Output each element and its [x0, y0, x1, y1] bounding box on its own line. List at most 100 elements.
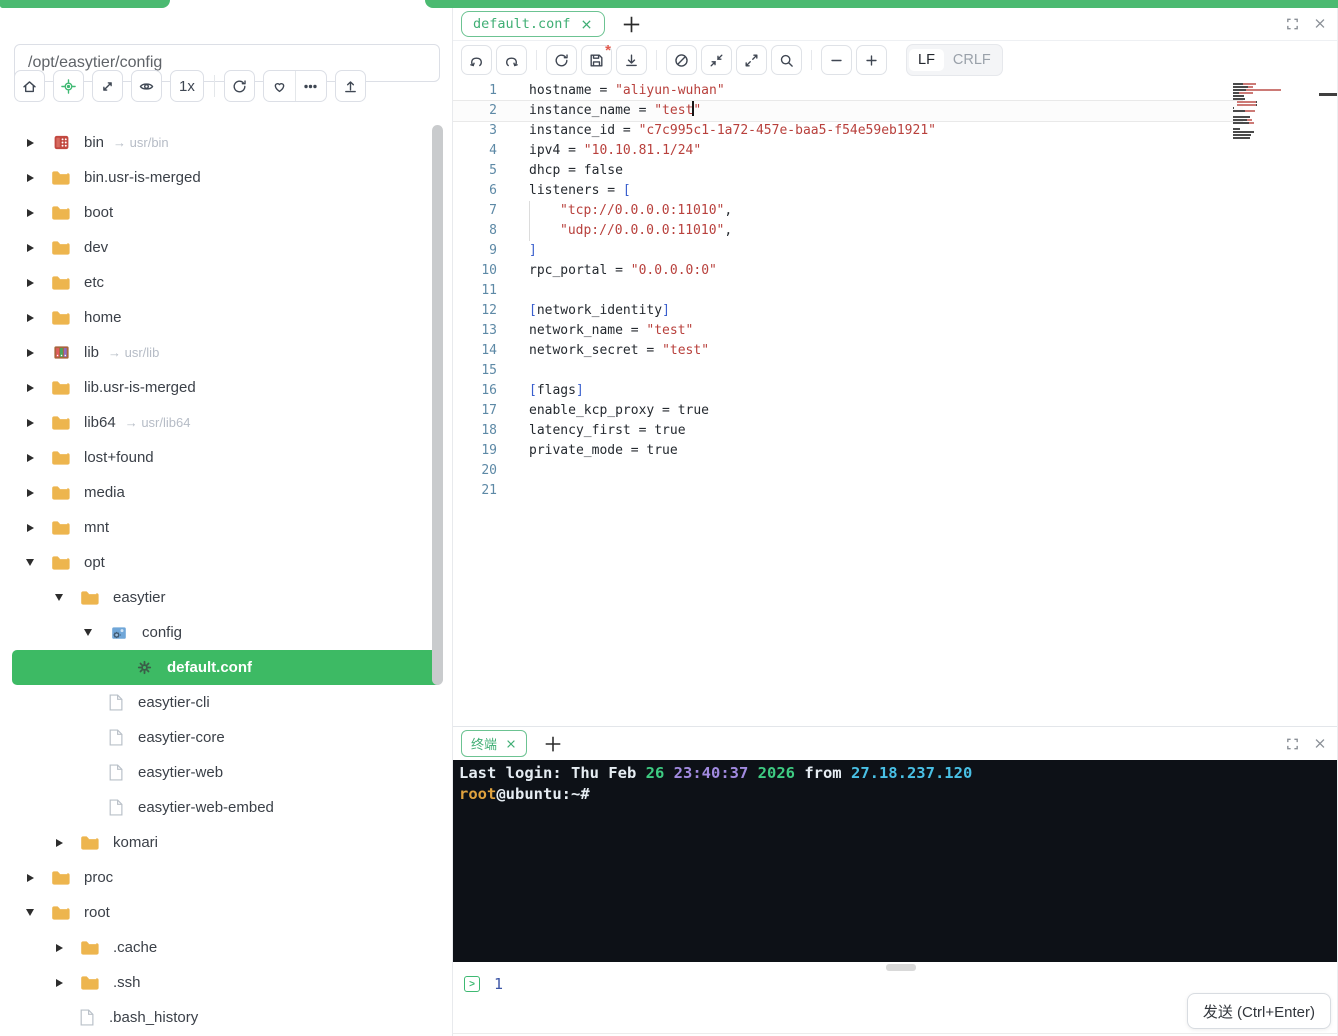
indent-guide	[529, 221, 560, 241]
tree-item-label: lib.usr-is-merged	[84, 379, 196, 396]
terminal-tab-label: 终端	[471, 738, 498, 753]
tree-item-lib[interactable]: lib → usr/lib	[12, 335, 442, 370]
collapse-icon	[708, 52, 725, 69]
redo-button[interactable]	[496, 45, 527, 75]
tree-item-dev[interactable]: dev	[12, 230, 442, 265]
download-button[interactable]	[616, 45, 647, 75]
chevron-right-icon[interactable]	[22, 450, 38, 466]
home-button[interactable]	[14, 70, 45, 102]
editor-fullscreen-icon[interactable]	[1285, 17, 1300, 32]
chevron-right-icon[interactable]	[22, 345, 38, 361]
chevron-down-icon[interactable]	[22, 555, 38, 571]
tree-item-lib64[interactable]: lib64 → usr/lib64	[12, 405, 442, 440]
terminal-fullscreen-icon[interactable]	[1285, 736, 1300, 751]
zoom-in-button[interactable]	[856, 45, 887, 75]
upload-button[interactable]	[334, 70, 366, 102]
tree-item-easytier-cli[interactable]: easytier-cli	[12, 685, 442, 720]
sidebar-scrollbar[interactable]	[432, 125, 443, 685]
more-button[interactable]	[294, 71, 326, 101]
tree-item-bin[interactable]: bin → usr/bin	[12, 125, 442, 160]
terminal-line: root@ubuntu:~#	[459, 785, 590, 803]
new-editor-tab-button[interactable]	[622, 15, 641, 34]
compass-button[interactable]	[666, 45, 697, 75]
refresh-button[interactable]	[223, 70, 255, 102]
panel-resize-handle[interactable]	[886, 964, 917, 971]
tree-item-home[interactable]: home	[12, 300, 442, 335]
search-button[interactable]	[771, 45, 802, 75]
chevron-down-icon[interactable]	[80, 625, 96, 641]
tree-item-root[interactable]: root	[12, 895, 442, 930]
terminal-tab[interactable]: 终端	[461, 730, 528, 757]
tree-item-media[interactable]: media	[12, 475, 442, 510]
tree-item-easytier-web[interactable]: easytier-web	[12, 755, 442, 790]
chevron-right-icon[interactable]	[22, 380, 38, 396]
compass-icon	[673, 52, 690, 69]
locate-button[interactable]	[53, 70, 84, 102]
tree-item-easytier[interactable]: easytier	[12, 580, 442, 615]
eol-option-lf[interactable]: LF	[909, 49, 944, 71]
editor-tab-label: default.conf	[473, 16, 571, 32]
tree-item-easytier-web-embed[interactable]: easytier-web-embed	[12, 790, 442, 825]
send-button[interactable]: 发送 (Ctrl+Enter)	[1186, 993, 1331, 1029]
undo-button[interactable]	[461, 45, 492, 75]
save-button[interactable]: *	[581, 43, 612, 75]
tree-item-komari[interactable]: komari	[12, 825, 442, 860]
tab-close-icon[interactable]	[505, 738, 517, 750]
tree-item-easytier-core[interactable]: easytier-core	[12, 720, 442, 755]
chevron-right-icon[interactable]	[22, 170, 38, 186]
search-icon	[778, 52, 795, 69]
tree-item-proc[interactable]: proc	[12, 860, 442, 895]
chevron-right-icon[interactable]	[22, 275, 38, 291]
folder-icon	[51, 519, 71, 537]
chevron-right-icon[interactable]	[22, 520, 38, 536]
chevron-right-icon[interactable]	[22, 415, 38, 431]
collapse-button[interactable]	[701, 45, 732, 75]
line-number: 17	[481, 403, 497, 418]
tree-item-boot[interactable]: boot	[12, 195, 442, 230]
line-number: 16	[481, 383, 497, 398]
editor-close-icon[interactable]	[1313, 17, 1327, 32]
favorite-button[interactable]	[264, 71, 295, 101]
tab-close-icon[interactable]	[580, 18, 593, 31]
editor-tab-default-conf[interactable]: default.conf	[461, 11, 605, 37]
reload-button[interactable]	[546, 45, 577, 75]
chevron-right-icon[interactable]	[22, 870, 38, 886]
expand-button[interactable]	[736, 45, 767, 75]
tree-item-etc[interactable]: etc	[12, 265, 442, 300]
chevron-down-icon[interactable]	[22, 905, 38, 921]
zoom-out-button[interactable]	[821, 45, 852, 75]
tree-item-label: media	[84, 484, 125, 501]
tree-item-config[interactable]: config	[12, 615, 442, 650]
tree-item-mnt[interactable]: mnt	[12, 510, 442, 545]
tree-item-default.conf[interactable]: default.conf	[12, 650, 442, 685]
chevron-right-icon[interactable]	[51, 975, 67, 991]
tree-item-.cache[interactable]: .cache	[12, 930, 442, 965]
chevron-right-icon[interactable]	[51, 940, 67, 956]
tree-item-lib.usr-is-merged[interactable]: lib.usr-is-merged	[12, 370, 442, 405]
tree-item-.bash_history[interactable]: .bash_history	[12, 1000, 442, 1035]
code-editor[interactable]: 1 hostname = "aliyun-wuhan" 2 instance_name…	[453, 79, 1337, 726]
tree-item-lost+found[interactable]: lost+found	[12, 440, 442, 475]
tree-item-.ssh[interactable]: .ssh	[12, 965, 442, 1000]
terminal-close-icon[interactable]	[1313, 736, 1327, 751]
chevron-right-icon[interactable]	[22, 135, 38, 151]
chevron-right-icon[interactable]	[51, 835, 67, 851]
folder-icon	[80, 589, 100, 607]
fit-button[interactable]	[92, 70, 123, 102]
chevron-right-icon[interactable]	[22, 310, 38, 326]
chevron-down-icon[interactable]	[51, 590, 67, 606]
tree-item-bin.usr-is-merged[interactable]: bin.usr-is-merged	[12, 160, 442, 195]
refresh-icon	[231, 78, 248, 95]
zoom-level-button[interactable]: 1x	[170, 70, 204, 102]
code-line: 13 network_name = "test"	[453, 321, 1243, 341]
code-line: 19 private_mode = true	[453, 441, 1243, 461]
tree-item-opt[interactable]: opt	[12, 545, 442, 580]
eol-option-crlf[interactable]: CRLF	[944, 49, 1000, 71]
terminal-screen[interactable]: Last login: Thu Feb 26 23:40:37 2026 fro…	[453, 760, 1337, 962]
chevron-right-icon[interactable]	[22, 205, 38, 221]
chevron-right-icon[interactable]	[22, 240, 38, 256]
chevron-right-icon[interactable]	[22, 485, 38, 501]
eye-button[interactable]	[131, 70, 162, 102]
new-terminal-tab-button[interactable]	[544, 735, 562, 753]
editor-minimap[interactable]	[1233, 83, 1305, 146]
